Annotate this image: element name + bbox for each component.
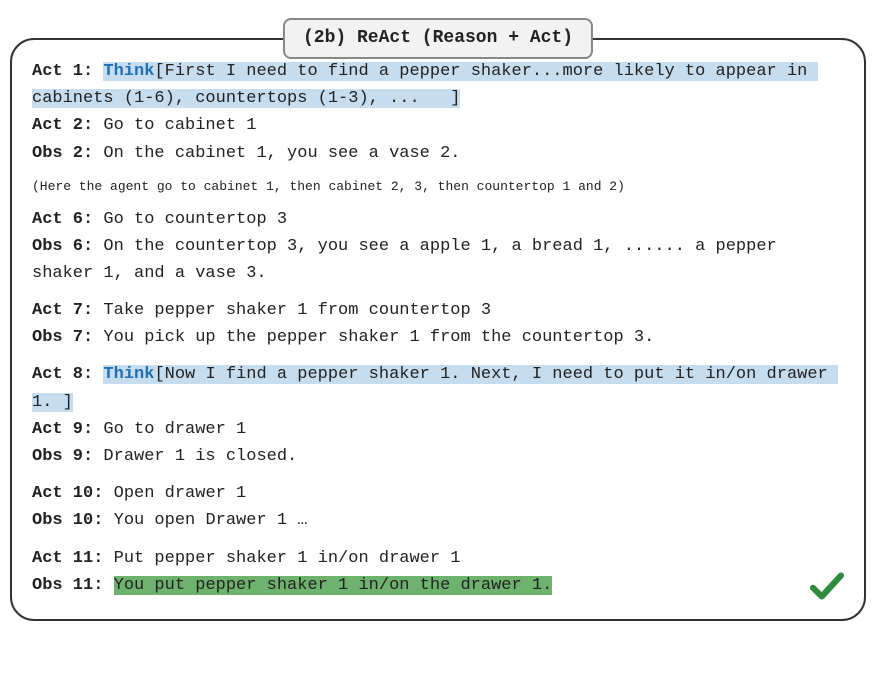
obs-11-line: Obs 11: You put pepper shaker 1 in/on th… — [32, 572, 844, 599]
narrator-note: (Here the agent go to cabinet 1, then ca… — [32, 177, 844, 198]
obs-11-text: You put pepper shaker 1 in/on the drawer… — [114, 576, 553, 595]
act-2-label: Act 2: — [32, 116, 93, 135]
think-keyword: Think — [103, 62, 154, 81]
obs-7-label: Obs 7: — [32, 328, 93, 347]
act-6-text: Go to countertop 3 — [93, 210, 287, 229]
act-10-label: Act 10: — [32, 484, 103, 503]
act-6-line: Act 6: Go to countertop 3 — [32, 206, 844, 233]
act-9-text: Go to drawer 1 — [93, 420, 246, 439]
act-1-label: Act 1: — [32, 62, 93, 81]
obs-2-label: Obs 2: — [32, 144, 93, 163]
act-7-label: Act 7: — [32, 301, 93, 320]
obs-9-line: Obs 9: Drawer 1 is closed. — [32, 443, 844, 470]
obs-9-text: Drawer 1 is closed. — [93, 447, 297, 466]
act-2-text: Go to cabinet 1 — [93, 116, 256, 135]
obs-2-line: Obs 2: On the cabinet 1, you see a vase … — [32, 140, 844, 167]
obs-7-line: Obs 7: You pick up the pepper shaker 1 f… — [32, 324, 844, 351]
obs-10-label: Obs 10: — [32, 511, 103, 530]
obs-6-line: Obs 6: On the countertop 3, you see a ap… — [32, 233, 844, 287]
act-11-line: Act 11: Put pepper shaker 1 in/on drawer… — [32, 545, 844, 572]
think-keyword: Think — [103, 365, 154, 384]
act-8-line: Act 8: Think[Now I find a pepper shaker … — [32, 361, 844, 415]
obs-7-text: You pick up the pepper shaker 1 from the… — [93, 328, 654, 347]
act-1-line: Act 1: Think[First I need to find a pepp… — [32, 58, 844, 112]
obs-10-line: Obs 10: You open Drawer 1 … — [32, 507, 844, 534]
act-11-label: Act 11: — [32, 549, 103, 568]
act-9-line: Act 9: Go to drawer 1 — [32, 416, 844, 443]
act-7-line: Act 7: Take pepper shaker 1 from counter… — [32, 297, 844, 324]
act-10-line: Act 10: Open drawer 1 — [32, 480, 844, 507]
act-8-label: Act 8: — [32, 365, 93, 384]
act-11-text: Put pepper shaker 1 in/on drawer 1 — [103, 549, 460, 568]
obs-2-text: On the cabinet 1, you see a vase 2. — [93, 144, 460, 163]
obs-10-text: You open Drawer 1 … — [103, 511, 307, 530]
obs-9-label: Obs 9: — [32, 447, 93, 466]
act-9-label: Act 9: — [32, 420, 93, 439]
act-10-text: Open drawer 1 — [103, 484, 246, 503]
act-2-line: Act 2: Go to cabinet 1 — [32, 112, 844, 139]
obs-6-text: On the countertop 3, you see a apple 1, … — [32, 237, 787, 283]
obs-6-label: Obs 6: — [32, 237, 93, 256]
panel-title: (2b) ReAct (Reason + Act) — [283, 18, 593, 59]
act-7-text: Take pepper shaker 1 from countertop 3 — [93, 301, 491, 320]
act-6-label: Act 6: — [32, 210, 93, 229]
obs-11-label: Obs 11: — [32, 576, 103, 595]
success-check-icon — [806, 565, 848, 607]
think-8: Think[Now I find a pepper shaker 1. Next… — [32, 365, 838, 411]
react-panel: (2b) ReAct (Reason + Act) Act 1: Think[F… — [10, 38, 866, 621]
think-1: Think[First I need to find a pepper shak… — [32, 62, 818, 108]
